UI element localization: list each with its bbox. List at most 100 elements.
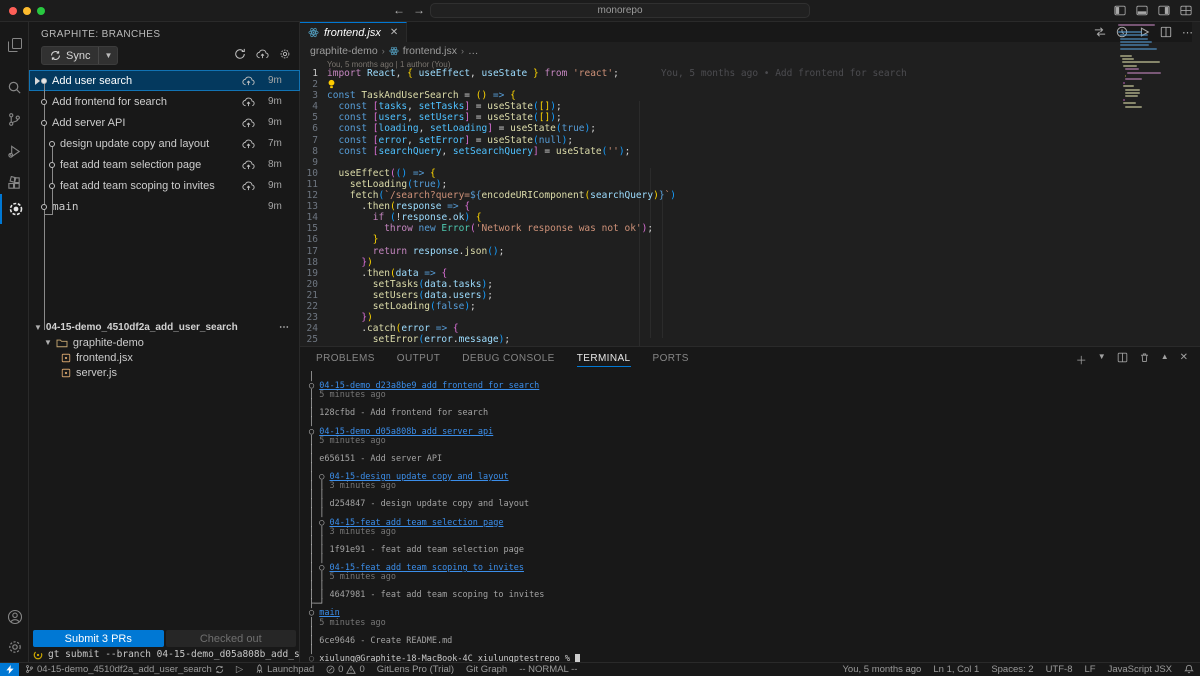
breadcrumb-symbol[interactable]: … [468, 45, 479, 57]
command-center[interactable]: monorepo [430, 3, 810, 18]
new-terminal-icon[interactable]: ＋ [1076, 352, 1087, 368]
files-section-header[interactable]: ▼ 04-15-demo_4510df2a_add_user_search ⋯ [29, 320, 300, 335]
open-changes-icon[interactable] [1094, 26, 1106, 38]
status-cursor-position[interactable]: Ln 1, Col 1 [927, 664, 985, 675]
branch-row[interactable]: Add server API9m [29, 112, 300, 133]
breadcrumb[interactable]: graphite-demo › frontend.jsx › … [310, 44, 479, 58]
code-line[interactable]: 10 useEffect(() => { [300, 168, 1160, 179]
code-line[interactable]: 18 }) [300, 257, 1160, 268]
code-line[interactable]: 6 const [loading, setLoading] = useState… [300, 123, 1160, 134]
customize-layout-icon[interactable] [1180, 5, 1192, 16]
code-line[interactable]: 16 } [300, 234, 1160, 245]
toggle-sidebar-icon[interactable] [1114, 5, 1126, 16]
file-row[interactable]: server.js [29, 365, 300, 380]
status-blame[interactable]: You, 5 months ago [836, 664, 927, 675]
status-notifications[interactable] [1178, 664, 1200, 674]
view-settings-gear-icon[interactable] [279, 48, 291, 60]
branch-cloud[interactable] [242, 117, 268, 129]
status-eol[interactable]: LF [1078, 664, 1101, 675]
sync-button[interactable]: Sync ▼ [41, 46, 118, 65]
code-line[interactable]: 4 const [tasks, setTasks] = useState([])… [300, 101, 1160, 112]
code-area[interactable]: 1import React, { useEffect, useState } f… [300, 68, 1160, 346]
split-editor-icon[interactable] [1160, 26, 1172, 38]
terminal-dropdown-chevron-icon[interactable]: ▼ [1098, 352, 1106, 368]
editor-scrollbar[interactable] [1192, 22, 1200, 346]
status-run-task[interactable]: ▷ [230, 664, 249, 675]
code-line[interactable]: 3const TaskAndUserSearch = () => { [300, 90, 1160, 101]
code-line[interactable]: 7 const [error, setError] = useState(nul… [300, 135, 1160, 146]
status-launchpad[interactable]: Launchpad [249, 664, 320, 675]
kill-terminal-icon[interactable] [1139, 352, 1150, 363]
code-line[interactable]: 24 .catch(error => { [300, 323, 1160, 334]
split-terminal-icon[interactable] [1117, 352, 1128, 363]
code-line[interactable]: 20 setTasks(data.tasks); [300, 279, 1160, 290]
cloud-upload-icon[interactable] [256, 48, 269, 60]
maximize-panel-chevron-icon[interactable]: ▲ [1161, 352, 1169, 368]
lightbulb-icon[interactable] [327, 79, 336, 89]
branch-row[interactable]: feat add team selection page8m [29, 154, 300, 175]
code-line[interactable]: 25 setError(error.message); [300, 334, 1160, 345]
zoom-window-button[interactable] [37, 7, 45, 15]
toggle-panel-icon[interactable] [1136, 5, 1148, 16]
checked-out-button[interactable]: Checked out [166, 630, 297, 647]
close-panel-icon[interactable]: ✕ [1180, 352, 1188, 368]
code-line[interactable]: 22 setLoading(false); [300, 301, 1160, 312]
code-line[interactable]: 21 setUsers(data.users); [300, 290, 1160, 301]
status-language[interactable]: JavaScript JSX [1102, 664, 1178, 675]
status-problems[interactable]: 0 0 [320, 664, 371, 675]
search-icon[interactable] [0, 72, 29, 102]
status-branch[interactable]: 04-15-demo_4510df2a_add_user_search [19, 664, 230, 675]
refresh-icon[interactable] [234, 48, 246, 60]
close-window-button[interactable] [9, 7, 17, 15]
remote-indicator[interactable] [0, 663, 19, 676]
account-icon[interactable] [0, 602, 29, 632]
breadcrumb-folder[interactable]: graphite-demo [310, 45, 378, 57]
minimap[interactable] [1118, 24, 1160, 184]
code-line[interactable]: 5 const [users, setUsers] = useState([])… [300, 112, 1160, 123]
status-git-graph[interactable]: Git Graph [460, 664, 513, 675]
code-line[interactable]: 14 if (!response.ok) { [300, 212, 1160, 223]
panel-tab-terminal[interactable]: TERMINAL [577, 353, 631, 367]
panel-tab-problems[interactable]: PROBLEMS [316, 353, 375, 364]
branch-cloud[interactable] [242, 96, 268, 108]
nav-forward-icon[interactable]: → [413, 3, 425, 17]
more-actions-icon[interactable]: ⋯ [279, 322, 290, 333]
code-line[interactable]: 15 throw new Error('Network response was… [300, 223, 1160, 234]
terminal[interactable]: │◯ 04-15-demo_d23a8be9_add_frontend_for_… [309, 373, 1179, 659]
status-gitlens[interactable]: GitLens Pro (Trial) [371, 664, 460, 675]
code-line[interactable]: 11 setLoading(true); [300, 179, 1160, 190]
code-line[interactable]: 1import React, { useEffect, useState } f… [300, 68, 1160, 79]
branch-row[interactable]: Add frontend for search9m [29, 91, 300, 112]
folder-row[interactable]: ▼ graphite-demo [29, 335, 300, 350]
nav-back-icon[interactable]: ← [393, 3, 405, 17]
minimize-window-button[interactable] [23, 7, 31, 15]
code-line[interactable]: 9 [300, 157, 1160, 168]
status-encoding[interactable]: UTF-8 [1040, 664, 1079, 675]
run-debug-icon[interactable] [0, 136, 29, 166]
explorer-icon[interactable] [0, 30, 29, 60]
sync-dropdown-chevron-icon[interactable]: ▼ [98, 47, 117, 64]
branch-cloud[interactable] [242, 159, 268, 171]
file-row[interactable]: frontend.jsx [29, 350, 300, 365]
branch-row[interactable]: Add user search9m [29, 70, 300, 91]
code-line[interactable]: 17 return response.json(); [300, 246, 1160, 257]
branch-row[interactable]: design update copy and layout7m [29, 133, 300, 154]
status-indentation[interactable]: Spaces: 2 [985, 664, 1039, 675]
panel-tab-ports[interactable]: PORTS [653, 353, 689, 364]
panel-tab-debug-console[interactable]: DEBUG CONSOLE [462, 353, 554, 364]
toggle-secondary-sidebar-icon[interactable] [1158, 5, 1170, 16]
code-line[interactable]: 19 .then(data => { [300, 268, 1160, 279]
branch-row[interactable]: main9m [29, 196, 300, 217]
branch-cloud[interactable] [242, 180, 268, 192]
tab-frontend-jsx[interactable]: frontend.jsx ✕ [300, 22, 407, 42]
breadcrumb-file[interactable]: frontend.jsx [403, 45, 457, 57]
branch-row[interactable]: feat add team scoping to invites9m [29, 175, 300, 196]
panel-tab-output[interactable]: OUTPUT [397, 353, 441, 364]
branch-cloud[interactable] [242, 138, 268, 150]
status-vim-mode[interactable]: -- NORMAL -- [513, 664, 583, 675]
code-line[interactable]: 8 const [searchQuery, setSearchQuery] = … [300, 146, 1160, 157]
settings-gear-icon[interactable] [0, 632, 29, 662]
code-line[interactable]: 23 }) [300, 312, 1160, 323]
code-line[interactable]: 12 fetch(`/search?query=${encodeURICompo… [300, 190, 1160, 201]
submit-prs-button[interactable]: Submit 3 PRs [33, 630, 164, 647]
